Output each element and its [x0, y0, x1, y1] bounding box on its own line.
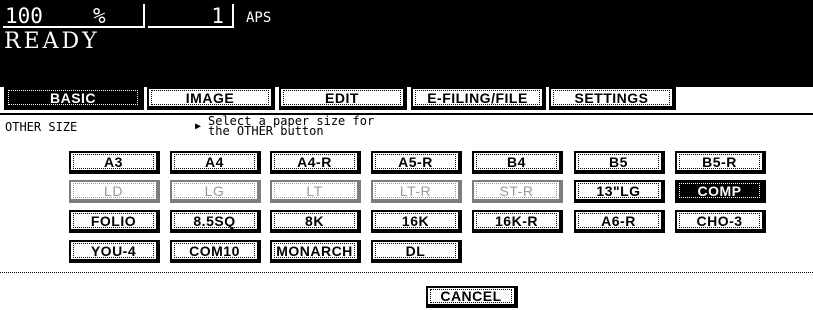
paper-size-label: B5-R: [679, 154, 760, 170]
paper-size-button[interactable]: LG: [170, 180, 261, 203]
tab-image-label: IMAGE: [151, 90, 269, 106]
tab-image[interactable]: IMAGE: [147, 87, 275, 110]
paper-size-label: 8.5SQ: [174, 213, 255, 229]
zoom-readout: 100 %: [3, 4, 145, 28]
machine-status: READY: [4, 29, 100, 54]
paper-size-label: LD: [73, 183, 154, 199]
cancel-label: CANCEL: [430, 288, 512, 304]
paper-size-label: A3: [73, 154, 154, 170]
paper-size-label: 13"LG: [578, 183, 659, 199]
paper-size-button[interactable]: YOU-4: [69, 240, 160, 263]
paper-size-button-selected[interactable]: COMP: [675, 180, 766, 203]
tab-e-filing-file-label: E-FILING/FILE: [415, 90, 540, 106]
divider: [0, 272, 813, 273]
paper-size-label: 8K: [274, 213, 355, 229]
status-header: 100 % 1 APS READY: [0, 0, 813, 87]
paper-size-label: LG: [174, 183, 255, 199]
paper-size-label: A5-R: [375, 154, 456, 170]
tab-edit[interactable]: EDIT: [279, 87, 407, 110]
paper-size-label: DL: [375, 243, 456, 259]
paper-size-label: MONARCH: [274, 243, 355, 259]
paper-size-button[interactable]: MONARCH: [270, 240, 361, 263]
paper-size-button[interactable]: DL: [371, 240, 462, 263]
paper-size-button[interactable]: A5-R: [371, 151, 462, 174]
paper-size-label: A4: [174, 154, 255, 170]
paper-size-label: YOU-4: [73, 243, 154, 259]
paper-size-label: 16K-R: [476, 213, 557, 229]
tab-underline: [0, 113, 813, 115]
paper-size-button[interactable]: FOLIO: [69, 210, 160, 233]
tab-basic[interactable]: BASIC: [4, 87, 144, 110]
paper-size-button[interactable]: 13"LG: [574, 180, 665, 203]
tab-settings[interactable]: SETTINGS: [549, 87, 676, 110]
paper-size-button[interactable]: LD: [69, 180, 160, 203]
paper-size-label: A4-R: [274, 154, 355, 170]
zoom-value: 100: [5, 4, 43, 28]
paper-mode-label: APS: [246, 10, 272, 26]
paper-size-button[interactable]: A4: [170, 151, 261, 174]
paper-size-button[interactable]: A6-R: [574, 210, 665, 233]
paper-size-button[interactable]: LT-R: [371, 180, 462, 203]
paper-size-button[interactable]: COM10: [170, 240, 261, 263]
tab-settings-label: SETTINGS: [553, 90, 670, 106]
pointer-right-icon: ▶: [195, 121, 202, 132]
paper-size-label: 16K: [375, 213, 456, 229]
paper-size-label: A6-R: [578, 213, 659, 229]
paper-size-label: COMP: [679, 183, 760, 199]
tab-basic-label: BASIC: [8, 90, 138, 106]
paper-size-button[interactable]: CHO-3: [675, 210, 766, 233]
paper-size-button[interactable]: 16K-R: [472, 210, 563, 233]
paper-size-button[interactable]: A3: [69, 151, 160, 174]
zoom-unit: %: [93, 4, 106, 28]
paper-size-label: FOLIO: [73, 213, 154, 229]
paper-size-button[interactable]: B5: [574, 151, 665, 174]
paper-size-button[interactable]: A4-R: [270, 151, 361, 174]
paper-size-label: LT-R: [375, 183, 456, 199]
tab-e-filing-file[interactable]: E-FILING/FILE: [411, 87, 546, 110]
panel-title: OTHER SIZE: [5, 120, 78, 134]
paper-size-button[interactable]: ST-R: [472, 180, 563, 203]
paper-size-label: B5: [578, 154, 659, 170]
panel-instruction: Select a paper size for the OTHER button: [208, 114, 375, 138]
tab-edit-label: EDIT: [283, 90, 401, 106]
paper-size-label: B4: [476, 154, 557, 170]
paper-size-button[interactable]: 16K: [371, 210, 462, 233]
tab-bar: BASIC IMAGE EDIT E-FILING/FILE SETTINGS: [0, 87, 813, 115]
paper-size-button[interactable]: B5-R: [675, 151, 766, 174]
paper-size-button[interactable]: 8K: [270, 210, 361, 233]
paper-size-button[interactable]: LT: [270, 180, 361, 203]
paper-size-button[interactable]: B4: [472, 151, 563, 174]
copies-count: 1: [148, 4, 234, 28]
cancel-button[interactable]: CANCEL: [426, 286, 518, 308]
paper-size-label: COM10: [174, 243, 255, 259]
paper-size-label: LT: [274, 183, 355, 199]
paper-size-label: CHO-3: [679, 213, 760, 229]
paper-size-button[interactable]: 8.5SQ: [170, 210, 261, 233]
paper-size-label: ST-R: [476, 183, 557, 199]
